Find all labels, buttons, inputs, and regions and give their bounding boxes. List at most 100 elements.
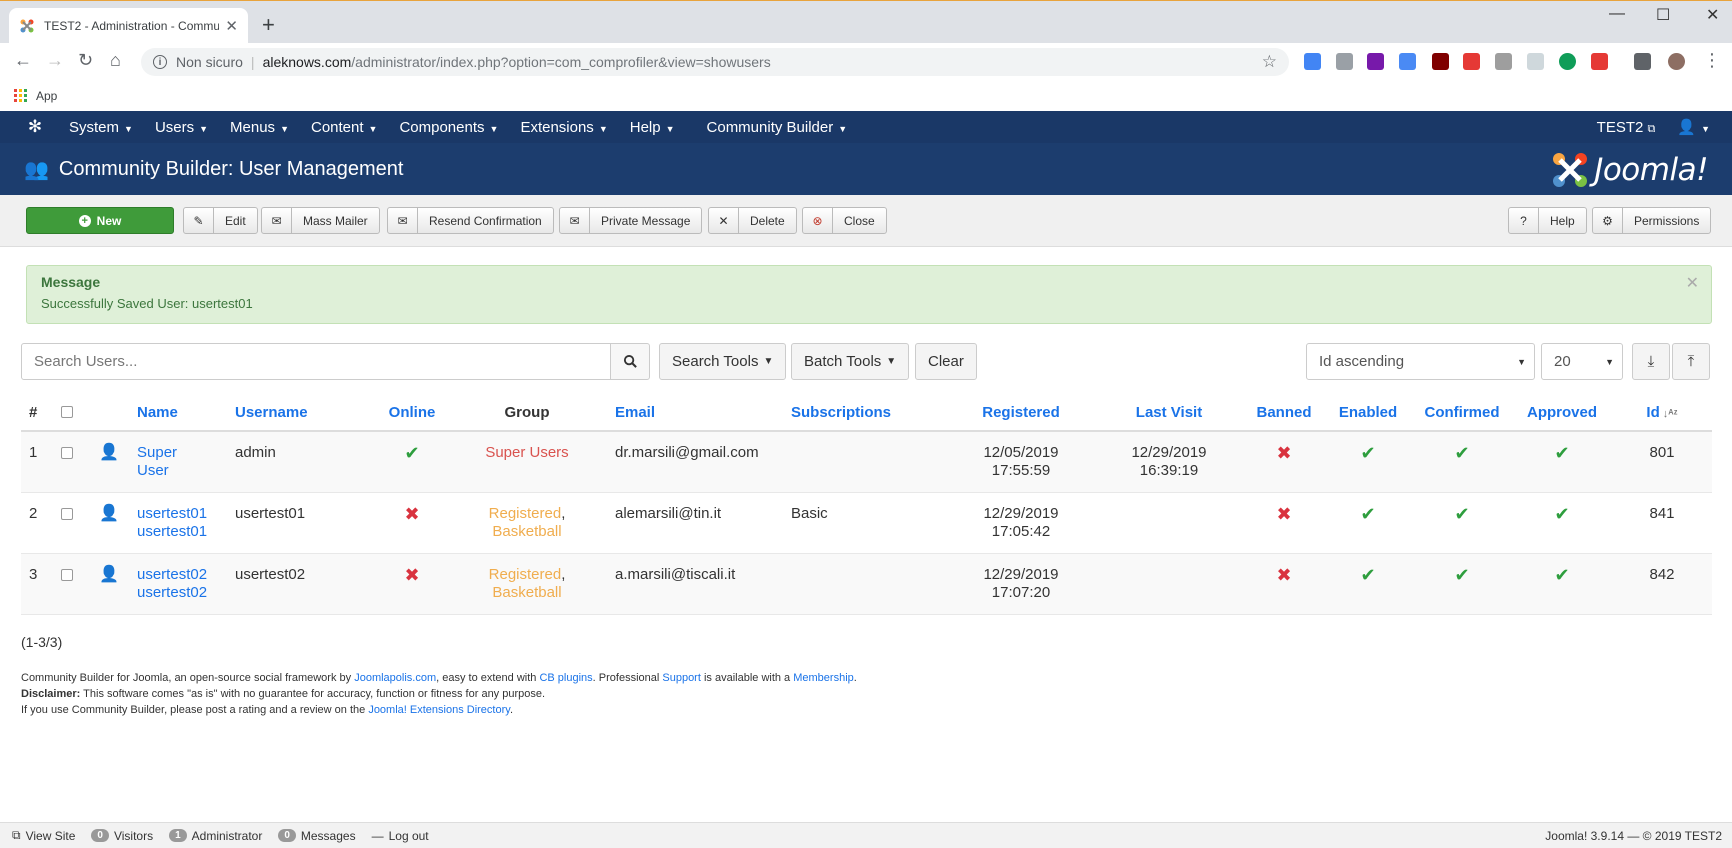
- search-button[interactable]: [610, 343, 650, 380]
- extension-hangouts-icon[interactable]: [1559, 53, 1576, 70]
- menu-kebab-icon[interactable]: ⋮: [1703, 51, 1721, 69]
- col-email[interactable]: Email: [607, 395, 783, 432]
- row-checkbox[interactable]: [61, 447, 73, 459]
- approved-check-icon[interactable]: ✔: [1554, 504, 1569, 524]
- logout-link[interactable]: — Log out: [372, 829, 429, 843]
- back-icon[interactable]: ←: [14, 51, 32, 69]
- delete-button[interactable]: ✕ Delete: [708, 207, 797, 234]
- email-cell: a.marsili@tiscali.it: [607, 553, 783, 615]
- menu-help[interactable]: Help ▼: [619, 119, 686, 136]
- limit-select[interactable]: 20 ▼: [1541, 343, 1623, 380]
- col-last-visit[interactable]: Last Visit: [1094, 395, 1244, 432]
- mass-mailer-button[interactable]: ✉ Mass Mailer: [261, 207, 380, 234]
- bookmark-star-icon[interactable]: ☆: [1262, 52, 1277, 72]
- resend-confirmation-button[interactable]: ✉ Resend Confirmation: [387, 207, 554, 234]
- tab-close-icon[interactable]: ✕: [225, 17, 238, 35]
- reload-icon[interactable]: ↻: [78, 51, 93, 69]
- support-link[interactable]: Support: [662, 672, 701, 684]
- bookmark-apps[interactable]: App: [36, 89, 57, 103]
- edit-button[interactable]: ✎ Edit: [183, 207, 258, 234]
- user-name-link[interactable]: Super User: [137, 444, 177, 479]
- menu-menus[interactable]: Menus ▼: [219, 119, 300, 136]
- col-online[interactable]: Online: [377, 395, 447, 432]
- col-subscriptions[interactable]: Subscriptions: [783, 395, 948, 432]
- approved-check-icon[interactable]: ✔: [1554, 565, 1569, 585]
- extension-card-icon[interactable]: [1527, 53, 1544, 70]
- extension-onenote-icon[interactable]: [1367, 53, 1384, 70]
- joomla-menu-logo-icon[interactable]: ✻: [12, 117, 58, 137]
- banned-x-icon[interactable]: ✖: [1276, 504, 1291, 524]
- row-checkbox[interactable]: [61, 508, 73, 520]
- cb-plugins-link[interactable]: CB plugins: [539, 672, 592, 684]
- approved-check-icon[interactable]: ✔: [1554, 443, 1569, 463]
- extension-media-icon[interactable]: [1634, 53, 1651, 70]
- extension-screen-icon[interactable]: [1463, 53, 1480, 70]
- extension-off-icon[interactable]: [1591, 53, 1608, 70]
- col-enabled[interactable]: Enabled: [1324, 395, 1412, 432]
- confirmed-check-icon[interactable]: ✔: [1454, 565, 1469, 585]
- joomlapolis-link[interactable]: Joomlapolis.com: [354, 672, 436, 684]
- col-name[interactable]: Name: [129, 395, 227, 432]
- close-window-icon[interactable]: ✕: [1706, 5, 1719, 25]
- messages-status[interactable]: 0 Messages: [278, 829, 356, 843]
- menu-system[interactable]: System ▼: [58, 119, 144, 136]
- enabled-check-icon[interactable]: ✔: [1360, 565, 1375, 585]
- banned-x-icon[interactable]: ✖: [1276, 443, 1291, 463]
- maximize-icon[interactable]: ☐: [1656, 5, 1670, 25]
- forward-icon[interactable]: →: [46, 51, 64, 69]
- enabled-check-icon[interactable]: ✔: [1360, 443, 1375, 463]
- upload-icon[interactable]: ⤒: [1672, 343, 1710, 380]
- search-input[interactable]: [21, 343, 611, 380]
- extension-google-icon[interactable]: [1304, 53, 1321, 70]
- extension-download-icon[interactable]: [1336, 53, 1353, 70]
- batch-tools-button[interactable]: Batch Tools ▼: [791, 343, 910, 380]
- permissions-button[interactable]: ⚙ Permissions: [1592, 207, 1712, 234]
- membership-link[interactable]: Membership: [793, 672, 854, 684]
- site-link[interactable]: TEST2 ⧉: [1586, 119, 1667, 136]
- apps-icon[interactable]: [14, 89, 27, 102]
- clear-button[interactable]: Clear: [915, 343, 977, 380]
- new-button[interactable]: + New: [26, 207, 174, 234]
- confirmed-check-icon[interactable]: ✔: [1454, 443, 1469, 463]
- col-confirmed[interactable]: Confirmed: [1412, 395, 1512, 432]
- menu-users[interactable]: Users ▼: [144, 119, 219, 136]
- minimize-icon[interactable]: —: [1609, 5, 1625, 23]
- info-icon[interactable]: i: [153, 55, 167, 69]
- menu-extensions[interactable]: Extensions ▼: [509, 119, 618, 136]
- profile-avatar[interactable]: [1668, 53, 1685, 70]
- extension-translate-icon[interactable]: [1399, 53, 1416, 70]
- confirmed-check-icon[interactable]: ✔: [1454, 504, 1469, 524]
- private-message-button[interactable]: ✉ Private Message: [559, 207, 703, 234]
- minus-icon: —: [371, 828, 384, 843]
- user-name-link[interactable]: usertest01 usertest01: [137, 505, 207, 540]
- close-button[interactable]: ⊗ Close: [802, 207, 887, 234]
- message-close-icon[interactable]: ✕: [1686, 273, 1699, 293]
- menu-community-builder[interactable]: Community Builder ▼: [696, 119, 859, 136]
- col-registered[interactable]: Registered: [948, 395, 1094, 432]
- jed-link[interactable]: Joomla! Extensions Directory: [368, 704, 510, 716]
- omnibox[interactable]: i Non sicuro | aleknows.com/administrato…: [141, 48, 1289, 76]
- home-icon[interactable]: ⌂: [110, 51, 121, 69]
- col-username[interactable]: Username: [227, 395, 377, 432]
- extension-shield-icon[interactable]: [1495, 53, 1512, 70]
- col-select-all[interactable]: [53, 395, 91, 432]
- search-tools-button[interactable]: Search Tools ▼: [659, 343, 787, 380]
- user-menu-icon[interactable]: 👤 ▼: [1666, 118, 1732, 136]
- select-all-checkbox[interactable]: [61, 406, 73, 418]
- new-tab-icon[interactable]: +: [262, 14, 275, 36]
- menu-components[interactable]: Components ▼: [388, 119, 509, 136]
- col-id[interactable]: Id ↓ᴬᶻ: [1612, 395, 1712, 432]
- download-icon[interactable]: ⤓: [1632, 343, 1670, 380]
- ordering-select[interactable]: Id ascending ▼: [1306, 343, 1535, 380]
- user-name-link[interactable]: usertest02 usertest02: [137, 566, 207, 601]
- col-approved[interactable]: Approved: [1512, 395, 1612, 432]
- enabled-check-icon[interactable]: ✔: [1360, 504, 1375, 524]
- view-site-link[interactable]: ⧉ View Site: [12, 828, 75, 843]
- row-checkbox[interactable]: [61, 569, 73, 581]
- col-banned[interactable]: Banned: [1244, 395, 1324, 432]
- banned-x-icon[interactable]: ✖: [1276, 565, 1291, 585]
- extension-ublock-icon[interactable]: [1432, 53, 1449, 70]
- menu-content[interactable]: Content ▼: [300, 119, 388, 136]
- help-button[interactable]: ? Help: [1508, 207, 1587, 234]
- browser-tab[interactable]: TEST2 - Administration - Commu ✕: [9, 8, 248, 44]
